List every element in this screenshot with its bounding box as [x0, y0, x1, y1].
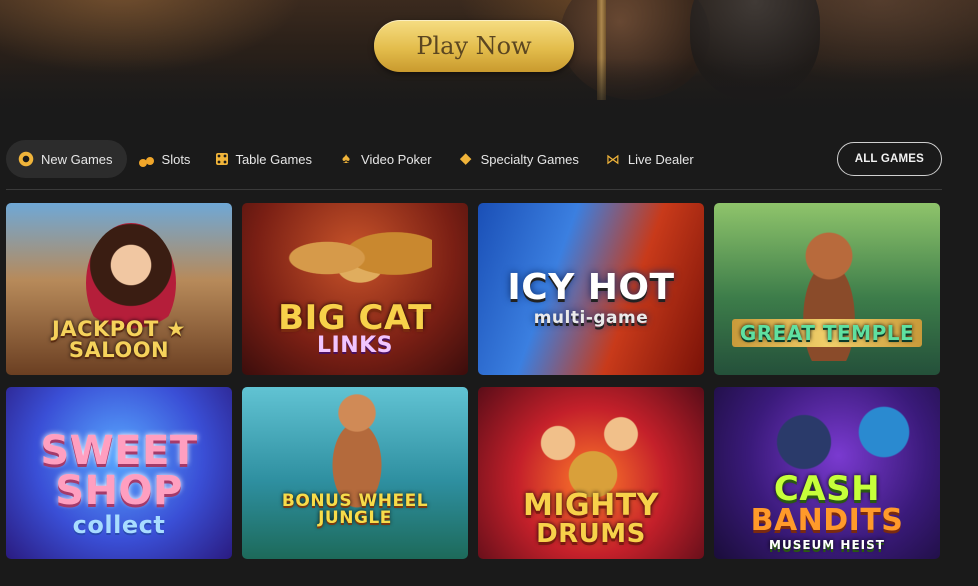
game-category-tabs: New Games Slots Table Games ♠ Video Poke… [6, 140, 942, 178]
game-title: JACKPOT ★ SALOON [52, 317, 186, 362]
tab-label: Specialty Games [480, 151, 579, 167]
tab-label: New Games [41, 151, 113, 167]
game-tile-cash-bandits[interactable]: CASH BANDITS MUSEUM HEIST [714, 387, 940, 559]
tab-label: Live Dealer [627, 151, 694, 167]
cherry-icon [138, 151, 155, 167]
game-title: BIG CAT LINKS [278, 298, 432, 358]
tab-live-dealer[interactable]: ⋈ Live Dealer [593, 140, 708, 178]
game-grid: JACKPOT ★ SALOON BIG CAT LINKS ICY HOT m… [6, 203, 942, 559]
game-tile-jackpot-saloon[interactable]: JACKPOT ★ SALOON [6, 203, 232, 375]
game-tile-bonus-wheel-jungle[interactable]: BONUS WHEEL JUNGLE [242, 387, 468, 559]
game-tile-big-cat-links[interactable]: BIG CAT LINKS [242, 203, 468, 375]
game-title: MIGHTY DRUMS [523, 488, 659, 549]
game-title: BONUS WHEEL JUNGLE [281, 491, 429, 528]
play-now-button[interactable]: Play Now [374, 20, 574, 72]
tab-video-poker[interactable]: ♠ Video Poker [326, 140, 446, 178]
game-tile-icy-hot[interactable]: ICY HOT multi-game [478, 203, 704, 375]
diamond-icon: ◆ [459, 150, 472, 167]
tab-new-games[interactable]: New Games [6, 140, 127, 178]
game-title: GREAT TEMPLE [731, 319, 923, 347]
tabs-divider [6, 189, 942, 190]
donut-icon [18, 151, 34, 167]
game-title: SWEET SHOP collect [40, 428, 198, 539]
game-title: ICY HOT multi-game [507, 267, 675, 328]
game-art [282, 213, 432, 303]
tab-specialty-games[interactable]: ◆ Specialty Games [446, 140, 593, 178]
tab-label: Video Poker [361, 151, 432, 167]
game-tile-sweet-shop-collect[interactable]: SWEET SHOP collect [6, 387, 232, 559]
game-title: CASH BANDITS MUSEUM HEIST [750, 469, 904, 552]
game-art [523, 407, 663, 497]
game-tile-mighty-drums[interactable]: MIGHTY DRUMS [478, 387, 704, 559]
game-tile-great-temple[interactable]: GREAT TEMPLE [714, 203, 940, 375]
dice-icon [216, 153, 229, 165]
tab-label: Table Games [235, 151, 313, 167]
bowtie-icon: ⋈ [605, 151, 620, 167]
tab-table-games[interactable]: Table Games [204, 140, 326, 178]
tab-slots[interactable]: Slots [127, 140, 205, 178]
spade-icon: ♠ [342, 150, 351, 167]
all-games-button[interactable]: ALL GAMES [836, 142, 942, 176]
tab-label: Slots [161, 151, 191, 167]
